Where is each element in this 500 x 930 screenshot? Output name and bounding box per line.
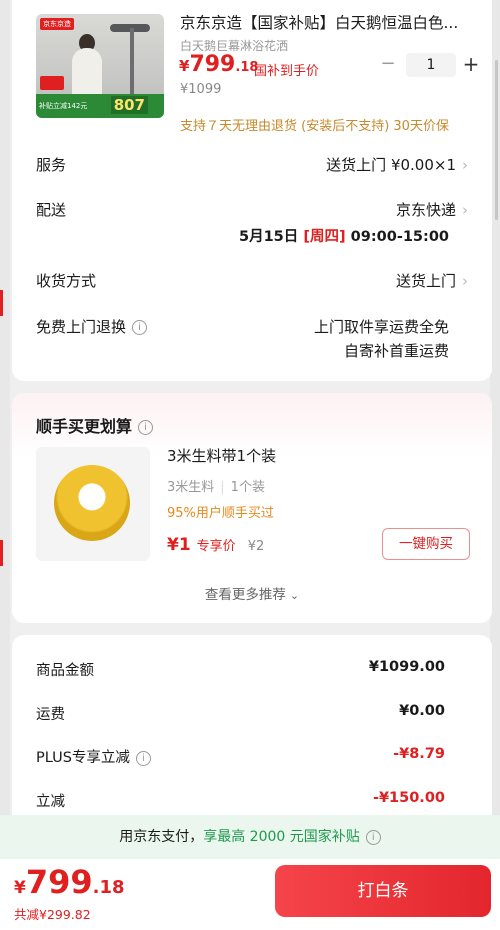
free-return-line1: 上门取件享运费全免 [313, 318, 449, 336]
chevron-right-icon: › [462, 201, 468, 219]
product-title[interactable]: 京东京造【国家补贴】白天鹅恒温白色... [180, 11, 480, 33]
quantity-minus-button[interactable]: − [374, 52, 402, 78]
receive-method-label: 收货方式 [36, 272, 97, 290]
tape-roll-shape [54, 465, 130, 541]
total-saved: 共减¥299.82 [14, 907, 91, 922]
price-tag-label: 国补到手价 [254, 64, 320, 79]
return-policy-text: 支持７天无理由退货 (安装后不支持) 30天价保 [180, 119, 449, 134]
product-price: ¥799.18 [179, 52, 259, 77]
edge-marker [0, 540, 3, 566]
jd-pay-subsidy-banner[interactable]: 用京东支付，享最高 2000 元国家补贴 i [0, 815, 500, 859]
left-edge [0, 0, 10, 930]
more-recommend-link[interactable]: 查看更多推荐 ⌄ [12, 583, 492, 603]
quantity-stepper: − 1 + [374, 52, 484, 78]
recommend-item-image[interactable] [36, 447, 150, 561]
goods-amount-label: 商品金额 [36, 663, 94, 679]
discount-label: 立减 [36, 794, 65, 810]
quantity-plus-button[interactable]: + [458, 52, 484, 78]
delivery-label: 配送 [36, 201, 67, 219]
goods-amount-value: ¥1099.00 [368, 659, 445, 675]
shipping-value: ¥0.00 [399, 703, 445, 719]
chevron-right-icon: › [462, 156, 468, 174]
service-value: 送货上门 ¥0.00×1 [326, 156, 456, 174]
shower-pipe-shape [130, 28, 134, 98]
image-red-badge [40, 76, 64, 90]
free-return-label: 免费上门退换 i [36, 316, 148, 337]
service-row[interactable]: 送货上门 ¥0.00×1 › [326, 154, 468, 175]
chevron-right-icon: › [462, 272, 468, 290]
delivery-time-slot: 5月15日 [周四] 09:00-15:00 [239, 229, 449, 245]
product-card: 京东京造 补贴立减142元 807 京东京造【国家补贴】白天鹅恒温白色... 白… [12, 0, 492, 381]
one-click-buy-button[interactable]: 一键购买 [382, 528, 470, 560]
total-price: ¥799.18 [14, 863, 125, 901]
info-icon[interactable]: i [138, 420, 154, 435]
edge-marker [0, 290, 3, 316]
recommend-title: 顺手买更划算 i [36, 413, 154, 437]
discount-value: -¥150.00 [372, 790, 445, 806]
receive-method-row[interactable]: 送货上门 › [396, 270, 468, 291]
quantity-value[interactable]: 1 [406, 53, 456, 77]
shipping-label: 运费 [36, 707, 65, 723]
free-return-line2: 自寄补首重运费 [343, 342, 449, 360]
plus-discount-label: PLUS专享立减 i [36, 746, 151, 767]
info-icon[interactable]: i [135, 750, 151, 766]
original-price: ¥1099 [180, 82, 222, 97]
image-brand-tag: 京东京造 [40, 18, 74, 30]
image-subsidy-text: 补贴立减142元 [39, 102, 88, 110]
model-body-shape [72, 48, 102, 100]
plus-discount-value: -¥8.79 [393, 746, 445, 762]
delivery-value: 京东快递 [395, 201, 456, 219]
recommend-price: ¥1 专享价 ¥2 [167, 535, 265, 555]
delivery-row[interactable]: 京东快递 › [396, 199, 468, 220]
product-image[interactable]: 京东京造 补贴立减142元 807 [36, 14, 164, 118]
scrollbar[interactable] [495, 60, 498, 220]
service-label: 服务 [36, 156, 67, 174]
recommend-item-name[interactable]: 3米生料带1个装 [167, 445, 276, 466]
chevron-down-icon: ⌄ [289, 589, 300, 602]
recommend-popularity: 95%用户顺手买过 [167, 506, 274, 521]
recommend-card: 顺手买更划算 i 3米生料带1个装 3米生料 | 1个装 95%用户顺手买过 ¥1 专享… [12, 393, 492, 623]
pay-button[interactable]: 打白条 [275, 865, 491, 917]
image-price-text: 807 [110, 96, 148, 114]
recommend-item-spec: 3米生料 | 1个装 [167, 480, 265, 495]
checkout-bar: ¥799.18 共减¥299.82 打白条 [0, 859, 500, 930]
receive-method-value: 送货上门 [395, 272, 456, 290]
info-icon[interactable]: i [365, 829, 381, 845]
info-icon[interactable]: i [132, 320, 148, 335]
